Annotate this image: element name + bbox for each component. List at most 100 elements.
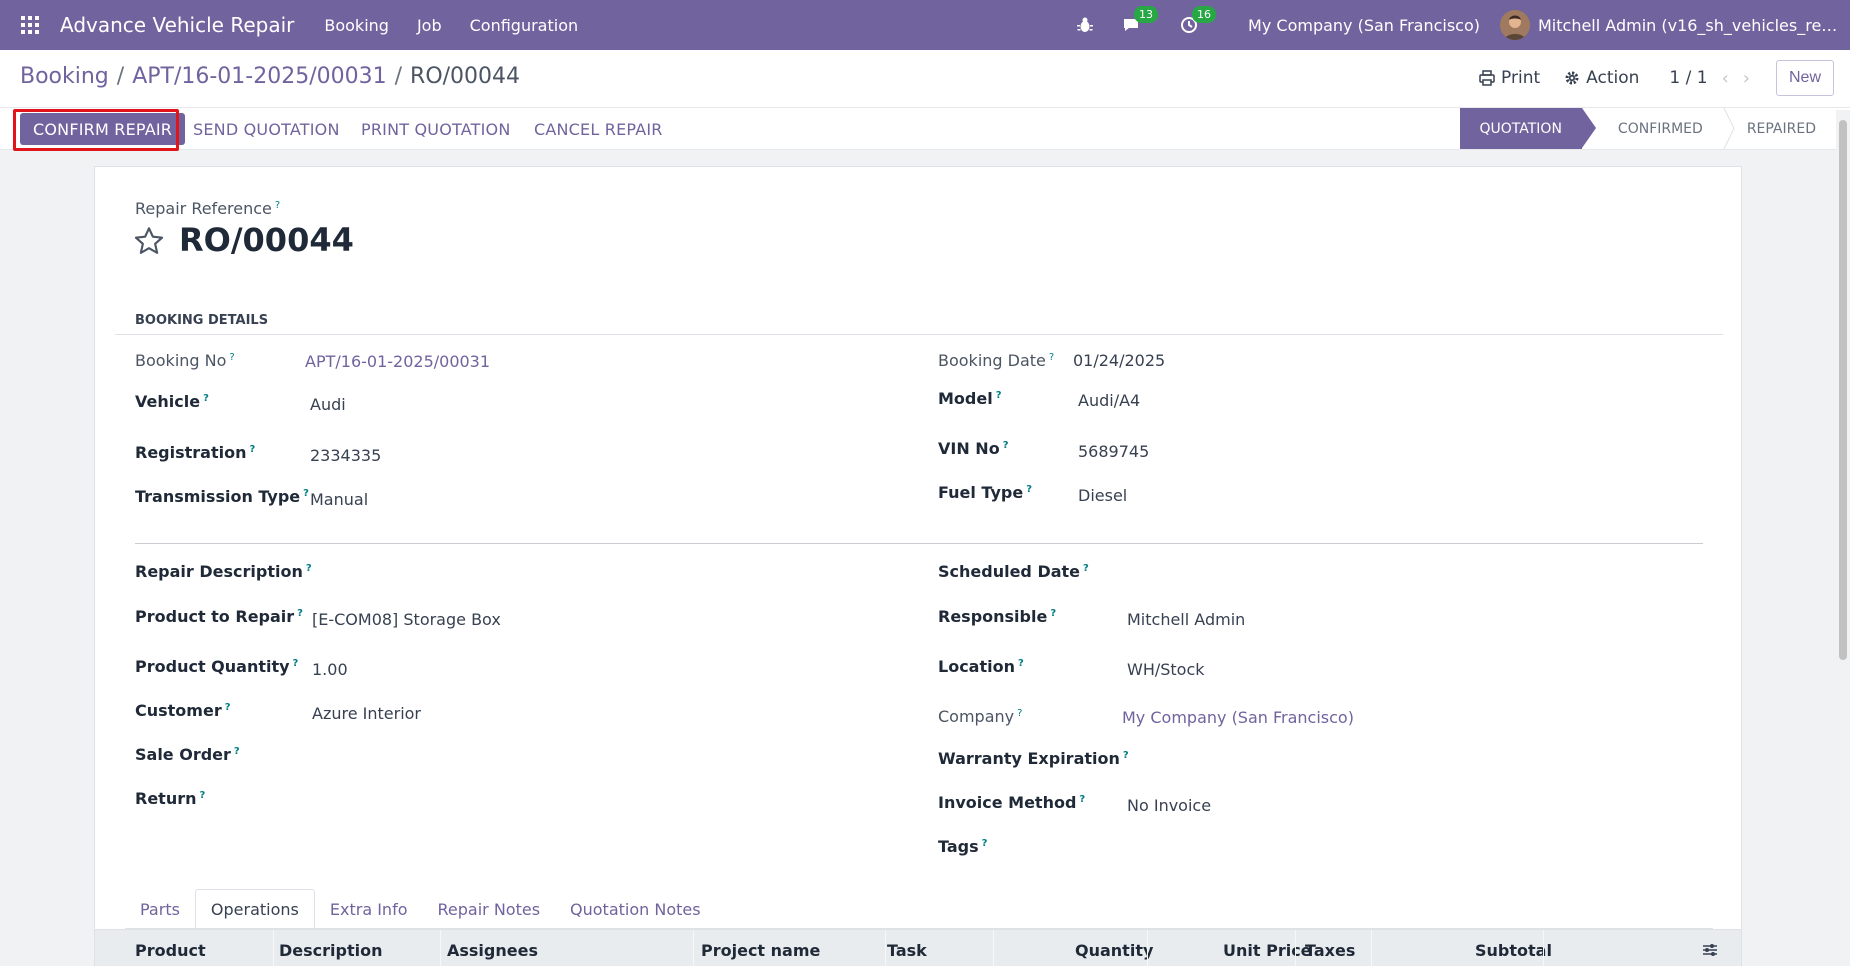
column-product[interactable]: Product bbox=[135, 930, 206, 966]
confirm-repair-highlight bbox=[13, 109, 179, 151]
company-switcher[interactable]: My Company (San Francisco) bbox=[1248, 16, 1480, 35]
label-sale-order: Sale Order? bbox=[135, 745, 240, 764]
value-vin-no[interactable]: 5689745 bbox=[1078, 442, 1149, 461]
debug-bug-icon[interactable] bbox=[1076, 16, 1094, 34]
value-model[interactable]: Audi/A4 bbox=[1078, 391, 1140, 410]
action-button[interactable]: Action bbox=[1564, 68, 1639, 88]
value-fuel-type[interactable]: Diesel bbox=[1078, 486, 1127, 505]
tab-quotation-notes[interactable]: Quotation Notes bbox=[555, 889, 716, 929]
stage-quotation: QUOTATION bbox=[1459, 108, 1597, 149]
chevron-left-icon[interactable]: ‹ bbox=[1722, 68, 1729, 89]
label-customer: Customer? bbox=[135, 701, 231, 720]
label-responsible: Responsible? bbox=[938, 607, 1057, 626]
column-assignees[interactable]: Assignees bbox=[447, 930, 538, 966]
tab-operations[interactable]: Operations bbox=[194, 889, 315, 929]
column-subtotal[interactable]: Subtotal bbox=[1475, 930, 1552, 966]
tab-extra-info[interactable]: Extra Info bbox=[315, 889, 423, 929]
activities-badge: 16 bbox=[1192, 6, 1217, 23]
value-invoice-method[interactable]: No Invoice bbox=[1127, 796, 1211, 815]
label-company: Company? bbox=[938, 707, 1023, 726]
form-sheet: Repair Reference? RO/00044 BOOKING DETAI… bbox=[94, 166, 1742, 966]
user-avatar[interactable] bbox=[1500, 10, 1530, 40]
label-return: Return? bbox=[135, 789, 206, 808]
label-location: Location? bbox=[938, 657, 1024, 676]
column-separator bbox=[440, 930, 441, 966]
value-customer[interactable]: Azure Interior bbox=[312, 704, 421, 723]
column-project-name[interactable]: Project name bbox=[701, 930, 820, 966]
app-title[interactable]: Advance Vehicle Repair bbox=[60, 13, 294, 37]
apps-menu-icon[interactable] bbox=[0, 0, 60, 50]
stage-confirmed[interactable]: CONFIRMED bbox=[1582, 108, 1723, 149]
menu-booking[interactable]: Booking bbox=[324, 16, 389, 35]
user-menu[interactable]: Mitchell Admin (v16_sh_vehicles_repair_m… bbox=[1538, 16, 1838, 35]
column-separator bbox=[693, 930, 694, 966]
column-task[interactable]: Task bbox=[887, 930, 927, 966]
column-separator bbox=[1371, 930, 1372, 966]
stage-pipeline: QUOTATION CONFIRMED REPAIRED bbox=[1459, 108, 1837, 149]
notebook-tabs: Parts Operations Extra Info Repair Notes… bbox=[125, 889, 716, 929]
messages-chat-icon[interactable]: 13 bbox=[1122, 6, 1159, 34]
column-taxes[interactable]: Taxes bbox=[1305, 930, 1355, 966]
breadcrumb-separator: / bbox=[394, 64, 403, 89]
label-fuel-type: Fuel Type? bbox=[938, 483, 1032, 502]
label-vin-no: VIN No? bbox=[938, 439, 1009, 458]
value-product-to-repair[interactable]: [E-COM08] Storage Box bbox=[312, 610, 501, 629]
new-button[interactable]: New bbox=[1775, 60, 1834, 96]
form-divider bbox=[135, 543, 1703, 544]
print-label: Print bbox=[1501, 68, 1541, 88]
value-responsible[interactable]: Mitchell Admin bbox=[1127, 610, 1245, 629]
menu-job[interactable]: Job bbox=[417, 16, 442, 35]
favorite-star-icon[interactable] bbox=[133, 225, 165, 257]
label-product-to-repair: Product to Repair? bbox=[135, 607, 303, 626]
label-vehicle: Vehicle? bbox=[135, 392, 209, 411]
value-product-quantity[interactable]: 1.00 bbox=[312, 660, 348, 679]
scrollbar-thumb[interactable] bbox=[1839, 120, 1847, 660]
cancel-repair-button[interactable]: CANCEL REPAIR bbox=[534, 113, 663, 145]
breadcrumb: Booking / APT/16-01-2025/00031 / RO/00044 bbox=[20, 64, 520, 89]
breadcrumb-appointment[interactable]: APT/16-01-2025/00031 bbox=[132, 64, 386, 89]
column-separator bbox=[885, 930, 886, 966]
label-invoice-method: Invoice Method? bbox=[938, 793, 1086, 812]
tab-parts[interactable]: Parts bbox=[125, 889, 195, 929]
print-button[interactable]: Print bbox=[1479, 68, 1540, 88]
column-settings-icon[interactable] bbox=[1701, 941, 1719, 959]
value-booking-date[interactable]: 01/24/2025 bbox=[1073, 351, 1165, 370]
section-divider bbox=[115, 334, 1723, 335]
column-separator bbox=[993, 930, 994, 966]
label-repair-description: Repair Description? bbox=[135, 562, 312, 581]
column-quantity[interactable]: Quantity bbox=[1075, 930, 1153, 966]
value-transmission-type[interactable]: Manual bbox=[310, 490, 368, 509]
column-description[interactable]: Description bbox=[279, 930, 382, 966]
page-scrollbar[interactable] bbox=[1836, 110, 1850, 966]
tab-repair-notes[interactable]: Repair Notes bbox=[423, 889, 556, 929]
send-quotation-button[interactable]: SEND QUOTATION bbox=[193, 113, 340, 145]
printer-icon bbox=[1479, 70, 1495, 86]
breadcrumb-booking[interactable]: Booking bbox=[20, 64, 109, 89]
value-vehicle[interactable]: Audi bbox=[310, 395, 346, 414]
activities-clock-icon[interactable]: 16 bbox=[1180, 6, 1217, 34]
record-title: RO/00044 bbox=[179, 221, 354, 259]
value-booking-no[interactable]: APT/16-01-2025/00031 bbox=[305, 352, 490, 371]
print-quotation-button[interactable]: PRINT QUOTATION bbox=[361, 113, 511, 145]
section-booking-details: BOOKING DETAILS bbox=[135, 313, 269, 328]
pager-value[interactable]: 1 / 1 bbox=[1669, 68, 1707, 88]
stage-chevron-divider bbox=[1723, 108, 1735, 149]
label-tags: Tags? bbox=[938, 837, 988, 856]
label-transmission-type: Transmission Type? bbox=[135, 487, 309, 506]
value-registration[interactable]: 2334335 bbox=[310, 446, 381, 465]
column-unit-price[interactable]: Unit Price bbox=[1223, 930, 1312, 966]
control-panel: Booking / APT/16-01-2025/00031 / RO/00044 Pr… bbox=[0, 50, 1850, 108]
column-separator bbox=[1295, 930, 1296, 966]
breadcrumb-separator: / bbox=[116, 64, 125, 89]
messages-badge: 13 bbox=[1134, 6, 1159, 23]
breadcrumb-current: RO/00044 bbox=[410, 64, 521, 89]
operations-table-header: Product Description Assignees Project na… bbox=[95, 929, 1741, 966]
menu-configuration[interactable]: Configuration bbox=[470, 16, 579, 35]
status-bar: CONFIRM REPAIR SEND QUOTATION PRINT QUOT… bbox=[0, 108, 1850, 150]
value-location[interactable]: WH/Stock bbox=[1127, 660, 1205, 679]
label-product-quantity: Product Quantity? bbox=[135, 657, 299, 676]
label-warranty-expiration: Warranty Expiration? bbox=[938, 749, 1129, 768]
stage-repaired[interactable]: REPAIRED bbox=[1735, 108, 1836, 149]
chevron-right-icon[interactable]: › bbox=[1743, 68, 1750, 89]
value-company[interactable]: My Company (San Francisco) bbox=[1122, 708, 1354, 727]
